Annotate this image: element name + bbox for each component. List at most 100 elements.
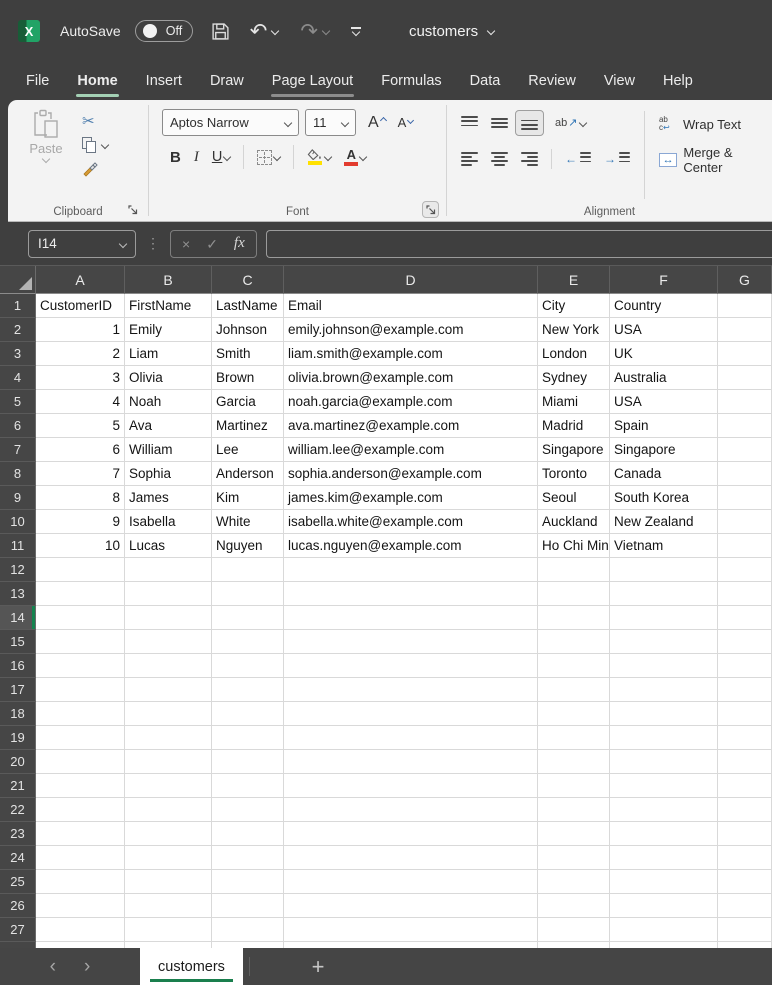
cell-E20[interactable]: [538, 750, 610, 774]
column-header-E[interactable]: E: [538, 266, 610, 294]
cell-G9[interactable]: [718, 486, 772, 510]
cell-C16[interactable]: [212, 654, 284, 678]
format-painter-button[interactable]: [82, 160, 108, 178]
cell-C3[interactable]: Smith: [212, 342, 284, 366]
cell-A18[interactable]: [36, 702, 125, 726]
cell-F11[interactable]: Vietnam: [610, 534, 718, 558]
cell-F27[interactable]: [610, 918, 718, 942]
cell-D19[interactable]: [284, 726, 538, 750]
cell-C10[interactable]: White: [212, 510, 284, 534]
decrease-font-size-button[interactable]: A: [398, 115, 414, 130]
cell-A2[interactable]: 1: [36, 318, 125, 342]
cell-F2[interactable]: USA: [610, 318, 718, 342]
cell-F4[interactable]: Australia: [610, 366, 718, 390]
cell-F12[interactable]: [610, 558, 718, 582]
cell-E1[interactable]: City: [538, 294, 610, 318]
cell-A7[interactable]: 6: [36, 438, 125, 462]
cell-E3[interactable]: London: [538, 342, 610, 366]
cell-D18[interactable]: [284, 702, 538, 726]
cell-B23[interactable]: [125, 822, 212, 846]
cell-B27[interactable]: [125, 918, 212, 942]
cell-B14[interactable]: [125, 606, 212, 630]
row-header-13[interactable]: 13: [0, 582, 36, 606]
cell-B6[interactable]: Ava: [125, 414, 212, 438]
menu-tab-page-layout[interactable]: Page Layout: [258, 62, 367, 100]
cell-D1[interactable]: Email: [284, 294, 538, 318]
cell-B1[interactable]: FirstName: [125, 294, 212, 318]
underline-button[interactable]: U: [212, 149, 230, 165]
cell-E6[interactable]: Madrid: [538, 414, 610, 438]
row-header-21[interactable]: 21: [0, 774, 36, 798]
cell-E5[interactable]: Miami: [538, 390, 610, 414]
cell-D12[interactable]: [284, 558, 538, 582]
cell-D27[interactable]: [284, 918, 538, 942]
cell-E10[interactable]: Auckland: [538, 510, 610, 534]
cell-B17[interactable]: [125, 678, 212, 702]
cell-D13[interactable]: [284, 582, 538, 606]
font-name-dropdown-icon[interactable]: [284, 118, 292, 126]
add-sheet-button[interactable]: +: [296, 948, 340, 985]
cell-E2[interactable]: New York: [538, 318, 610, 342]
italic-button[interactable]: I: [194, 149, 199, 166]
row-header-9[interactable]: 9: [0, 486, 36, 510]
font-dialog-launcher[interactable]: [422, 201, 439, 218]
cell-F1[interactable]: Country: [610, 294, 718, 318]
cell-C12[interactable]: [212, 558, 284, 582]
column-header-D[interactable]: D: [284, 266, 538, 294]
cell-A23[interactable]: [36, 822, 125, 846]
cell-G1[interactable]: [718, 294, 772, 318]
cell-E22[interactable]: [538, 798, 610, 822]
cell-A16[interactable]: [36, 654, 125, 678]
cell-E13[interactable]: [538, 582, 610, 606]
cell-G12[interactable]: [718, 558, 772, 582]
row-header-14[interactable]: 14: [0, 606, 36, 630]
cell-F6[interactable]: Spain: [610, 414, 718, 438]
align-left-button[interactable]: [461, 152, 478, 166]
cell-G19[interactable]: [718, 726, 772, 750]
cell-A4[interactable]: 3: [36, 366, 125, 390]
next-sheet-button[interactable]: ›: [84, 957, 90, 976]
cell-F22[interactable]: [610, 798, 718, 822]
cell-G20[interactable]: [718, 750, 772, 774]
cell-A20[interactable]: [36, 750, 125, 774]
cell-B9[interactable]: James: [125, 486, 212, 510]
cell-C27[interactable]: [212, 918, 284, 942]
cell-D9[interactable]: james.kim@example.com: [284, 486, 538, 510]
underline-dropdown-icon[interactable]: [223, 153, 231, 161]
increase-indent-button[interactable]: →: [604, 152, 630, 166]
save-button[interactable]: [211, 22, 230, 41]
column-header-F[interactable]: F: [610, 266, 718, 294]
cell-D8[interactable]: sophia.anderson@example.com: [284, 462, 538, 486]
cell-E27[interactable]: [538, 918, 610, 942]
cell-C1[interactable]: LastName: [212, 294, 284, 318]
column-header-C[interactable]: C: [212, 266, 284, 294]
cell-D11[interactable]: lucas.nguyen@example.com: [284, 534, 538, 558]
autosave-toggle[interactable]: Off: [135, 20, 193, 42]
cell-A1[interactable]: CustomerID: [36, 294, 125, 318]
row-header-22[interactable]: 22: [0, 798, 36, 822]
row-header-16[interactable]: 16: [0, 654, 36, 678]
merge-center-button[interactable]: ↔ Merge & Center: [659, 146, 772, 174]
select-all-corner[interactable]: [0, 266, 36, 294]
font-size-dropdown-icon[interactable]: [341, 118, 349, 126]
copy-button[interactable]: [82, 136, 108, 154]
menu-tab-home[interactable]: Home: [63, 62, 131, 100]
cell-C17[interactable]: [212, 678, 284, 702]
cell-D24[interactable]: [284, 846, 538, 870]
cell-C13[interactable]: [212, 582, 284, 606]
cell-B26[interactable]: [125, 894, 212, 918]
cell-C11[interactable]: Nguyen: [212, 534, 284, 558]
cell-G26[interactable]: [718, 894, 772, 918]
cell-E17[interactable]: [538, 678, 610, 702]
cell-D25[interactable]: [284, 870, 538, 894]
cell-F23[interactable]: [610, 822, 718, 846]
cell-G11[interactable]: [718, 534, 772, 558]
cell-C20[interactable]: [212, 750, 284, 774]
cell-F16[interactable]: [610, 654, 718, 678]
cell-G7[interactable]: [718, 438, 772, 462]
row-header-23[interactable]: 23: [0, 822, 36, 846]
cell-E25[interactable]: [538, 870, 610, 894]
cell-C24[interactable]: [212, 846, 284, 870]
prev-sheet-button[interactable]: ‹: [50, 957, 56, 976]
cell-E26[interactable]: [538, 894, 610, 918]
